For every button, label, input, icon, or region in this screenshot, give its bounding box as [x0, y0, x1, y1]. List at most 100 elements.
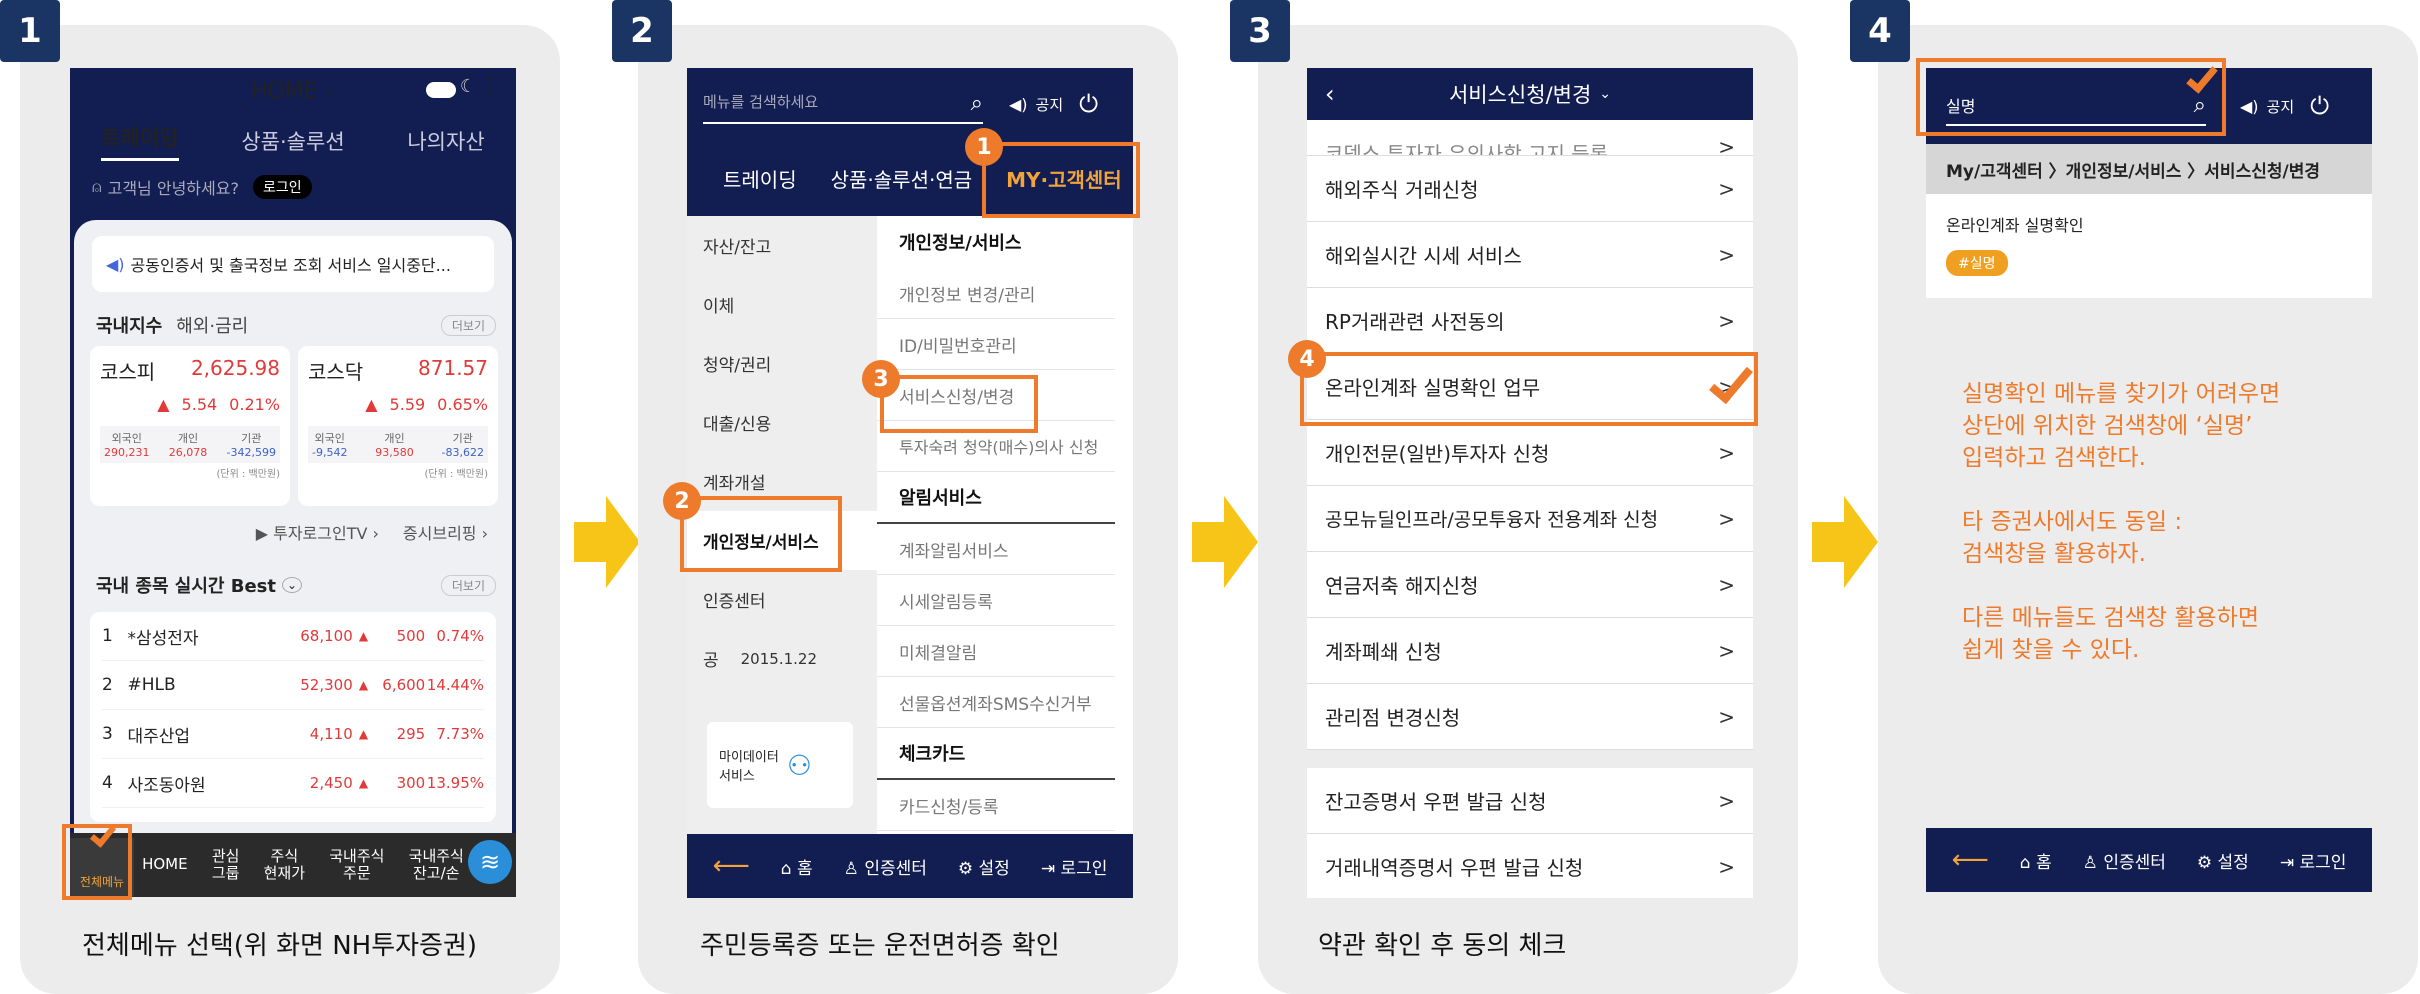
submenu-item[interactable]: 카드신청/등록	[877, 780, 1115, 831]
search-field[interactable]: 메뉴를 검색하세요 ⌕	[703, 85, 983, 124]
submenu-item[interactable]: 개인정보 변경/관리	[877, 268, 1115, 319]
stock-name: 대주산업	[127, 726, 191, 747]
list-item[interactable]: 코덱스 투자자 유의사항 고지 등록 >	[1307, 120, 1753, 156]
list-item-label: 코덱스 투자자 유의사항 고지 등록	[1325, 142, 1609, 156]
investor-label: 외국인	[314, 432, 345, 445]
list-item[interactable]: 해외주식 거래신청 >	[1307, 156, 1753, 222]
stock-price: 52,300	[300, 676, 353, 694]
stock-price: 68,100	[300, 627, 353, 645]
nav-settings[interactable]: ⚙ 설정	[2197, 848, 2249, 873]
tip-line: 입력하고 검색한다.	[1962, 445, 2146, 471]
tab-assets[interactable]: 나의자산	[407, 126, 484, 156]
submenu-item[interactable]: 시세알림등록	[877, 575, 1115, 626]
kosdaq-card[interactable]: 코스닥 871.57 ▲ 5.59 0.65% 외국인 -9,542 개인 93,5…	[298, 346, 498, 506]
more-button-best[interactable]: 더보기	[440, 574, 496, 596]
table-row[interactable]: 4 사조동아원 2,450 ▲ 300 13.95%	[102, 759, 484, 808]
list-item[interactable]: 연금저축 해지신청 >	[1307, 552, 1753, 618]
stock-percent: 13.95%	[426, 774, 484, 792]
kosdaq-change: 5.59	[389, 395, 426, 414]
notice-banner[interactable]: ◀) 공동인증서 및 출국정보 조회 서비스 일시중단...	[92, 236, 494, 292]
menu-loan[interactable]: 대출/신용	[687, 393, 877, 452]
gear-icon: ⚙	[957, 858, 979, 879]
notice-link[interactable]: 공지	[2267, 96, 2295, 117]
table-row[interactable]: 2 #HLB 52,300 ▲ 6,600 14.44%	[102, 661, 484, 710]
chevron-right-icon: >	[1718, 440, 1735, 465]
step-badge-4: 4	[1850, 0, 1910, 62]
menu-certificate[interactable]: 인증센터	[687, 570, 877, 629]
table-row[interactable]: 3 대주산업 4,110 ▲ 295 7.73%	[102, 710, 484, 759]
search-icon[interactable]: ⌕	[971, 91, 983, 116]
menu-notice[interactable]: 공 2015.1.22	[687, 629, 877, 688]
layers-icon[interactable]: ≋	[468, 840, 512, 884]
tab-trading[interactable]: 트레이딩	[101, 122, 179, 161]
nav-quote[interactable]: 주식 현재가	[264, 847, 305, 883]
nav-cert[interactable]: ♙ 인증센터	[844, 854, 927, 879]
list-item[interactable]: 개인전문(일반)투자자 신청 >	[1307, 420, 1753, 486]
nav-home[interactable]: HOME	[142, 856, 188, 874]
theme-toggle[interactable]	[426, 82, 456, 98]
user-icon: ♙	[2082, 852, 2104, 873]
list-item[interactable]: 공모뉴딜인프라/공모투융자 전용계좌 신청 >	[1307, 486, 1753, 552]
mydata-banner[interactable]: 마이데이터 서비스 ⚇	[707, 722, 853, 808]
nav-home[interactable]: ⌂ 홈	[781, 854, 813, 879]
tab-overseas[interactable]: 해외·금리	[176, 312, 248, 338]
tab-domestic-index[interactable]: 국내지수	[96, 312, 162, 338]
nav-watch-group[interactable]: 관심 그룹	[212, 847, 240, 883]
unit-label: (단위 : 백만원)	[216, 469, 280, 480]
nav-cert[interactable]: ♙ 인증센터	[2083, 848, 2166, 873]
submenu-item[interactable]: 계좌알림서비스	[877, 524, 1115, 575]
nav-login[interactable]: ⇥ 로그인	[1041, 854, 1108, 879]
briefing-link[interactable]: 증시브리핑 ›	[403, 520, 488, 544]
gear-icon: ⚙	[2196, 852, 2218, 873]
tab-products[interactable]: 상품·솔루션·연금	[831, 164, 973, 193]
chevron-down-icon[interactable]: ⌄	[1599, 86, 1611, 102]
chevron-down-icon[interactable]: ⌄	[281, 577, 303, 593]
menu-transfer[interactable]: 이체	[687, 275, 877, 334]
nav-settings[interactable]: ⚙ 설정	[958, 854, 1010, 879]
back-arrow-icon[interactable]: ⟵	[1952, 845, 1989, 875]
step-caption-3: 약관 확인 후 동의 체크	[1318, 931, 1567, 961]
nav-home[interactable]: ⌂ 홈	[2020, 848, 2052, 873]
kospi-card[interactable]: 코스피 2,625.98 ▲ 5.54 0.21% 외국인 290,231 개인 2…	[90, 346, 290, 506]
more-icon[interactable]: ⋮	[480, 74, 502, 99]
list-item[interactable]: 잔고증명서 우편 발급 신청 >	[1307, 768, 1753, 834]
table-row[interactable]: 1 *삼성전자 68,100 ▲ 500 0.74%	[102, 612, 484, 661]
nav-order[interactable]: 국내주식 주문	[329, 847, 384, 883]
search-result[interactable]: 온라인계좌 실명확인 #실명	[1926, 194, 2372, 298]
moon-icon: ☾	[459, 76, 476, 97]
highlight-search-box	[1916, 58, 2226, 136]
power-icon[interactable]: ⏻	[1079, 90, 1098, 118]
home-title[interactable]: HOME	[251, 79, 318, 104]
step-caption-2: 주민등록증 또는 운전면허증 확인	[700, 931, 1060, 961]
stock-percent: 7.73%	[436, 725, 484, 743]
power-icon[interactable]: ⏻	[2310, 92, 2329, 120]
list-item[interactable]: RP거래관련 사전동의 >	[1307, 288, 1753, 354]
investor-value: -83,622	[441, 446, 484, 459]
notice-link[interactable]: 공지	[1036, 94, 1064, 115]
nav-home-label: 홈	[2036, 852, 2052, 873]
login-button[interactable]: 로그인	[252, 175, 312, 199]
tip-line: 타 증권사에서도 동일 :	[1962, 509, 2183, 535]
chevron-down-icon[interactable]: ⌄	[324, 83, 336, 99]
result-tag[interactable]: #실명	[1946, 250, 2008, 276]
submenu-item[interactable]: ID/비밀번호관리	[877, 319, 1115, 370]
list-item[interactable]: 관리점 변경신청 >	[1307, 684, 1753, 750]
search-input[interactable]: 메뉴를 검색하세요	[703, 91, 818, 116]
submenu-item[interactable]: 선물옵션계좌SMS수신거부	[877, 677, 1115, 728]
back-arrow-icon[interactable]: ⟵	[713, 851, 750, 881]
menu-subscription[interactable]: 청약/권리	[687, 334, 877, 393]
list-item[interactable]: 계좌폐쇄 신청 >	[1307, 618, 1753, 684]
list-item[interactable]: 해외실시간 시세 서비스 >	[1307, 222, 1753, 288]
nav-home-label: 홈	[797, 858, 813, 879]
submenu-item[interactable]: 미체결알림	[877, 626, 1115, 677]
tab-products[interactable]: 상품·솔루션	[241, 126, 344, 156]
tv-link[interactable]: ▶ 투자로그인TV ›	[256, 520, 379, 544]
more-button-index[interactable]: 더보기	[440, 314, 496, 336]
list-item[interactable]: 거래내역증명서 우편 발급 신청 >	[1307, 834, 1753, 898]
menu-assets[interactable]: 자산/잔고	[687, 216, 877, 275]
tab-trading[interactable]: 트레이딩	[723, 164, 797, 193]
nav-balance[interactable]: 국내주식 잔고/손	[409, 847, 464, 883]
nav-login[interactable]: ⇥ 로그인	[2280, 848, 2347, 873]
kosdaq-investors: 외국인 -9,542 개인 93,580 기관 -83,622	[308, 426, 488, 463]
back-icon[interactable]: ‹	[1325, 80, 1335, 108]
